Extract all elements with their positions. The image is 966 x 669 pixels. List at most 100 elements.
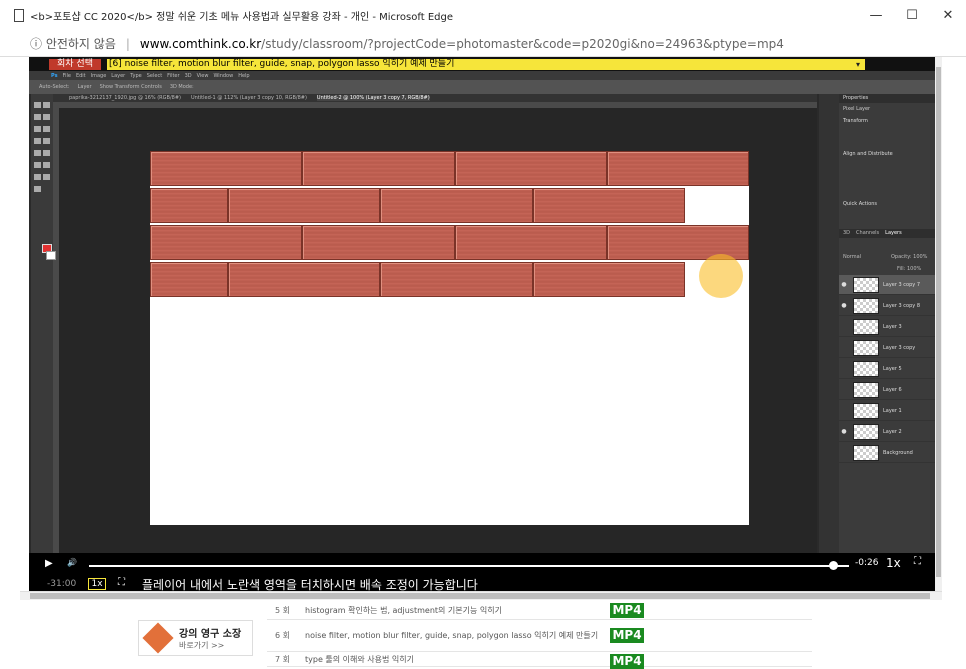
layer-row: Layer 3 [839,317,935,337]
video-player[interactable]: 회차 선택 [6] noise filter, motion blur filt… [29,57,935,592]
ps-toolbar [31,94,56,553]
properties-transform: Transform [843,118,868,124]
ps-menu-window: Window [213,72,234,79]
lesson-title[interactable]: noise filter, motion blur filter, guide,… [305,630,605,641]
chevron-down-icon[interactable]: ▾ [850,58,865,70]
lesson-number: 7 회 [275,654,290,664]
layer-row: Layer 6 [839,380,935,400]
ps-menu-select: Select [146,72,163,79]
tab-3d: 3D [843,230,851,236]
ps-menu-type: Type [130,72,142,79]
mp4-badge[interactable]: MP4 [610,628,644,643]
promo-link[interactable]: 바로가기 >> [179,640,241,651]
ps-panel-icons [819,94,839,553]
brick [380,262,533,297]
layer-thumbnail [853,297,879,314]
fill-value: Fill: 100% [897,266,922,272]
ps-canvas-area [59,108,817,556]
brick [607,151,749,186]
layer-row: Layer 5 [839,359,935,379]
url-text[interactable]: www.comthink.co.kr/study/classroom/?proj… [140,37,784,51]
ps-document-tabs: paprika-3212137_1920.jpg @ 16% (RGB/8#) … [53,94,817,102]
stamp-tool-icon [43,138,50,144]
properties-align: Align and Distribute [843,151,893,157]
lecture-bar: 회차 선택 [6] noise filter, motion blur filt… [29,57,935,71]
shape-tool-icon [34,174,41,180]
layer-row: ● Layer 3 copy 7 [839,275,935,295]
brick [455,151,607,186]
speed-touch-area[interactable]: 1x [88,578,106,590]
mp4-badge[interactable]: MP4 [610,603,644,618]
rewind-time[interactable]: -31:00 [47,579,76,589]
maximize-button[interactable]: ☐ [894,8,930,23]
layer-thumbnail [853,318,879,335]
ps-menu-file: File [62,72,71,79]
scroll-thumb[interactable] [936,67,941,577]
layer-thumbnail [853,402,879,419]
play-icon[interactable]: ▶ [45,558,53,569]
layer-thumbnail [853,381,879,398]
properties-quick-actions: Quick Actions [843,201,877,207]
layers-list: ● Layer 3 copy 7 ● Layer 3 copy 8 Layer 3 Lay… [839,275,935,475]
ps-menu-bar: Ps File Edit Image Layer Type Select Fil… [29,71,935,80]
gradient-tool-icon [43,150,50,156]
brick [533,188,685,223]
window-title: <b>포토샵 CC 2020</b> 정말 쉬운 기초 메뉴 사용법과 실무활용… [30,12,453,23]
brick [228,188,380,223]
lesson-number: 6 회 [275,631,290,640]
ps-tab-3: Untitled-2 @ 100% (Layer 3 copy 7, RGB/8… [316,95,430,101]
pen-tool-icon [34,162,41,168]
layer-name: Layer 6 [883,386,902,393]
fullscreen-small-icon[interactable]: ⛶ [118,577,125,588]
lecture-select-button[interactable]: 회차 선택 [49,58,101,70]
scroll-thumb[interactable] [30,593,930,599]
layer-row: Background [839,443,935,463]
opacity-value: Opacity: 100% [891,254,928,260]
lesson-row[interactable]: 7 회 type 툴의 이해와 사용법 익히기 MP4 [267,652,812,669]
seek-bar[interactable] [89,565,849,567]
brick [302,151,455,186]
ps-menu-edit: Edit [75,72,86,79]
player-vertical-scrollbar[interactable] [935,57,942,591]
security-indicator[interactable]: ⓘ 안전하지 않음 [30,35,116,52]
lesson-row[interactable]: 5 회 histogram 확인하는 법, adjustment의 기본기능 익… [267,601,812,620]
lesson-title[interactable]: histogram 확인하는 법, adjustment의 기본기능 익히기 [305,605,605,616]
layers-panel-tabs: 3D Channels Layers [839,229,935,238]
brick [150,188,228,223]
minimize-button[interactable]: — [858,8,894,23]
zoom-tool-icon [34,186,41,192]
ps-auto-select: Auto-Select: [39,84,70,90]
lesson-row[interactable]: 6 회 noise filter, motion blur filter, gu… [267,620,812,652]
lesson-title[interactable]: type 툴의 이해와 사용법 익히기 [305,654,605,665]
permanent-ownership-banner[interactable]: 강의 영구 소장 바로가기 >> [138,620,253,656]
tab-layers: Layers [885,230,902,236]
layer-name: Layer 3 copy [883,344,916,351]
address-bar[interactable]: ⓘ 안전하지 않음 | www.comthink.co.kr/study/cla… [0,31,966,57]
brick [150,151,302,186]
ps-right-panels: Properties Pixel Layer Transform Align a… [839,94,935,553]
ps-logo: Ps [51,72,58,79]
close-button[interactable]: ✕ [930,8,966,23]
seek-handle[interactable] [829,561,838,570]
ps-3d-mode: 3D Mode: [169,84,194,90]
eye-icon: ● [841,428,847,435]
promo-icon [142,622,174,654]
eye-icon: ● [841,281,847,288]
ps-menu-view: View [196,72,209,79]
player-horizontal-scrollbar[interactable] [20,591,942,600]
fullscreen-icon[interactable]: ⛶ [914,556,921,567]
type-tool-icon [43,162,50,168]
layer-row: ● Layer 2 [839,422,935,442]
volume-icon[interactable]: 🔊 [67,558,77,567]
layer-thumbnail [853,360,879,377]
current-lecture-dropdown[interactable]: [6] noise filter, motion blur filter, gu… [106,58,851,70]
layer-thumbnail [853,339,879,356]
blend-mode: Normal [843,254,862,260]
layer-name: Layer 3 copy 7 [883,281,921,288]
speed-button[interactable]: 1x [886,556,901,570]
tab-channels: Channels [856,230,880,236]
promo-title: 강의 영구 소장 [179,629,242,640]
layer-row: ● Layer 3 copy 8 [839,296,935,316]
ps-tab-2: Untitled-1 @ 112% (Layer 3 copy 10, RGB/… [190,95,307,101]
brick [455,225,607,260]
